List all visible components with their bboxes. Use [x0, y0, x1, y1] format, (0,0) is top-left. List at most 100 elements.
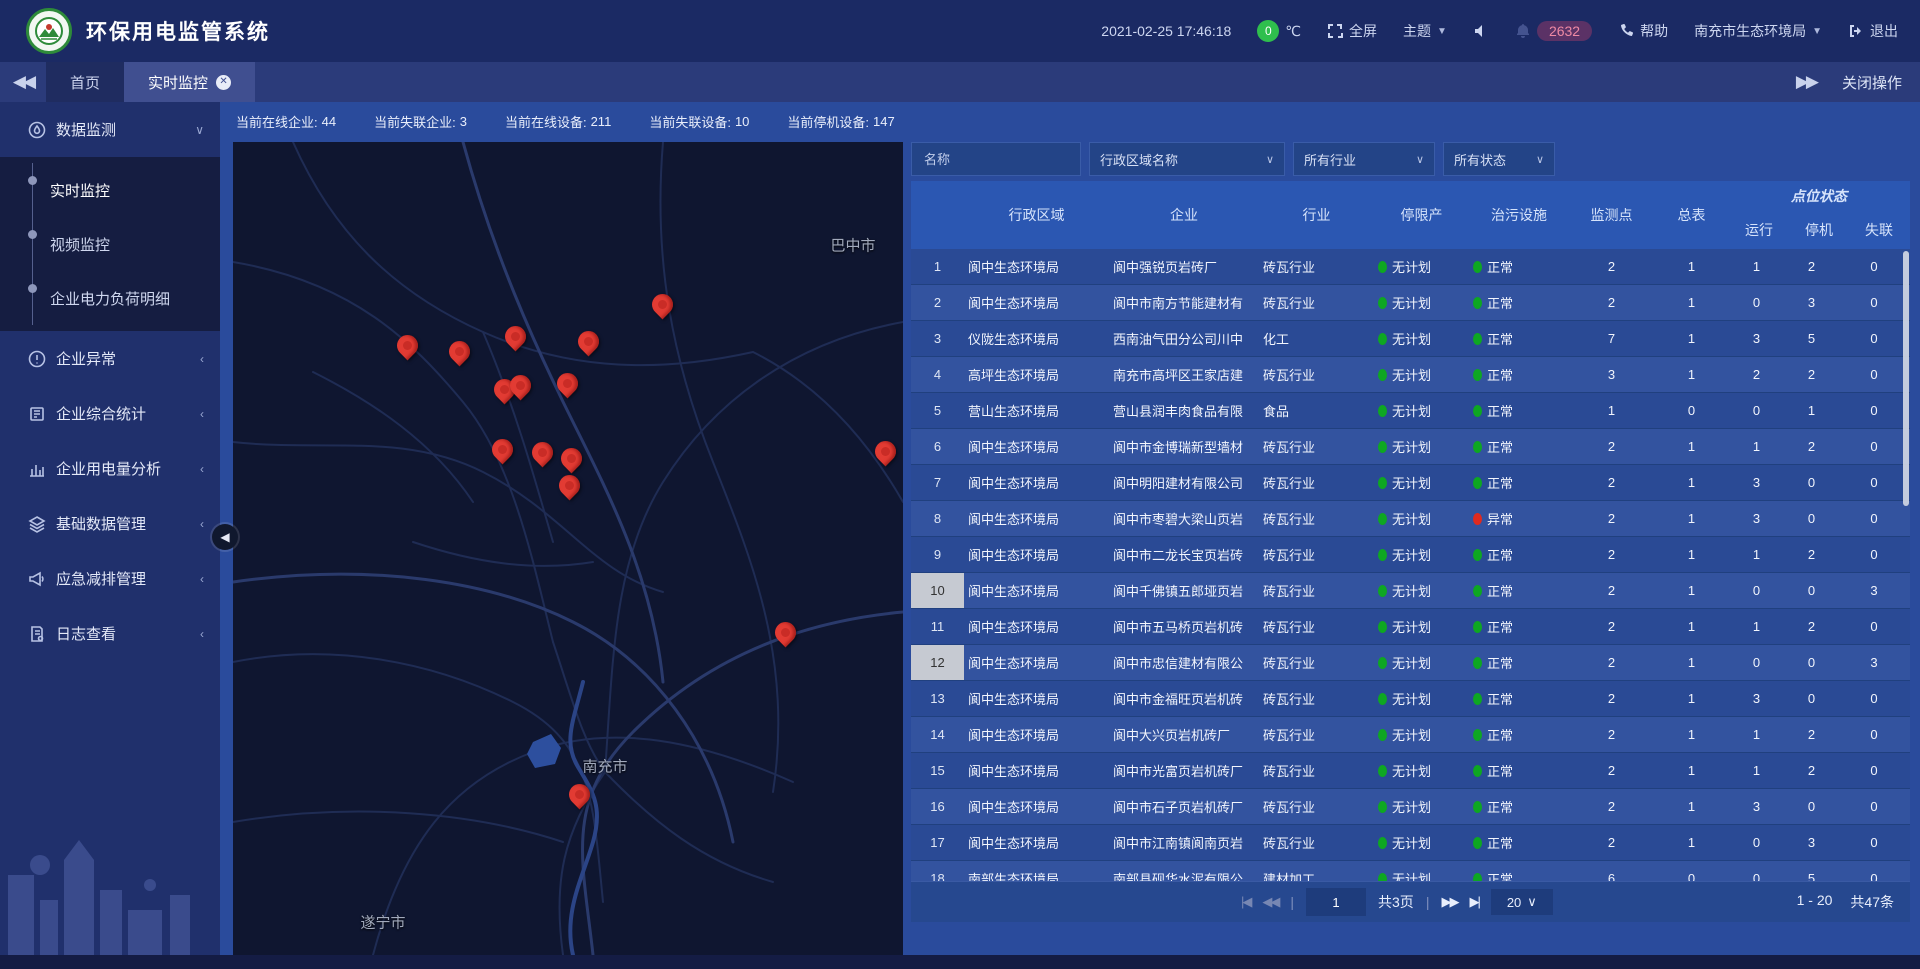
sidebar-group-emission-reduction[interactable]: 应急减排管理‹: [0, 551, 220, 606]
cell-lost: 0: [1839, 259, 1909, 274]
close-operations-button[interactable]: 关闭操作: [1842, 72, 1902, 93]
status-dot-icon: [1378, 837, 1387, 849]
cell-stop-production: 无计划: [1374, 581, 1469, 600]
first-page-button[interactable]: |◀: [1241, 894, 1250, 910]
table-row[interactable]: 18 南部生态环境局 南部县砚华水泥有限公 建材加工 无计划 正常 6 0 0 …: [911, 861, 1910, 881]
sidebar-collapse-button[interactable]: ◀: [212, 524, 238, 550]
cell-industry: 砖瓦行业: [1259, 581, 1374, 600]
table-scrollbar[interactable]: [1903, 251, 1909, 506]
cell-company: 阆中市南方节能建材有: [1109, 293, 1259, 312]
speaker-icon: [1473, 23, 1489, 39]
status-dot-icon: [1378, 585, 1387, 597]
cell-district: 阆中生态环境局: [964, 833, 1109, 852]
tab-realtime-monitor[interactable]: 实时监控 ✕: [124, 62, 255, 102]
region-filter-select[interactable]: 行政区域名称∨: [1089, 142, 1285, 176]
sidebar-group-log-view[interactable]: 日志查看‹: [0, 606, 220, 661]
table-row[interactable]: 4 高坪生态环境局 南充市高坪区王家店建 砖瓦行业 无计划 正常 3 1 2 2…: [911, 357, 1910, 393]
tab-close-icon[interactable]: ✕: [216, 75, 231, 90]
sidebar-item-power-load-detail[interactable]: 企业电力负荷明细: [0, 271, 220, 325]
cell-industry: 砖瓦行业: [1259, 797, 1374, 816]
col-index: [911, 181, 964, 249]
table-row[interactable]: 6 阆中生态环境局 阆中市金博瑞新型墙材 砖瓦行业 无计划 正常 2 1 1 2…: [911, 429, 1910, 465]
table-row[interactable]: 3 仪陇生态环境局 西南油气田分公司川中 化工 无计划 正常 7 1 3 5 0: [911, 321, 1910, 357]
table-row[interactable]: 13 阆中生态环境局 阆中市金福旺页岩机砖 砖瓦行业 无计划 正常 2 1 3 …: [911, 681, 1910, 717]
theme-menu[interactable]: 主题▼: [1403, 21, 1447, 41]
temperature-badge: 0: [1257, 20, 1279, 42]
table-row[interactable]: 9 阆中生态环境局 阆中市二龙长宝页岩砖 砖瓦行业 无计划 正常 2 1 1 2…: [911, 537, 1910, 573]
col-point-status-group: 点位状态 运行 停机 失联: [1729, 181, 1909, 249]
cell-company: 阆中市二龙长宝页岩砖: [1109, 545, 1259, 564]
cell-monitor-points: 2: [1569, 475, 1654, 490]
cell-industry: 砖瓦行业: [1259, 437, 1374, 456]
page-number-input[interactable]: [1306, 888, 1366, 916]
cell-monitor-points: 2: [1569, 619, 1654, 634]
status-dot-icon: [1473, 873, 1482, 882]
cell-company: 营山县润丰肉食品有限: [1109, 401, 1259, 420]
name-filter-input[interactable]: [922, 151, 1070, 168]
cell-lost: 0: [1839, 619, 1909, 634]
status-dot-icon: [1473, 369, 1482, 381]
cell-pollution-facility: 正常: [1469, 869, 1569, 881]
user-org-menu[interactable]: 南充市生态环境局▼: [1694, 21, 1822, 41]
tab-home[interactable]: 首页: [46, 62, 124, 102]
sound-button[interactable]: [1473, 23, 1489, 39]
table-row[interactable]: 1 阆中生态环境局 阆中强锐页岩砖厂 砖瓦行业 无计划 正常 2 1 1 2 0: [911, 249, 1910, 285]
cell-stop-production: 无计划: [1374, 653, 1469, 672]
sidebar-group-data-monitor[interactable]: 数据监测 ∨: [0, 102, 220, 157]
tabs-scroll-left-button[interactable]: ◀◀: [0, 62, 46, 102]
sidebar-group-company-statistics[interactable]: 企业综合统计‹: [0, 386, 220, 441]
notifications[interactable]: 2632: [1515, 21, 1592, 41]
cell-index: 2: [911, 285, 964, 320]
table-row[interactable]: 11 阆中生态环境局 阆中市五马桥页岩机砖 砖瓦行业 无计划 正常 2 1 1 …: [911, 609, 1910, 645]
sidebar-group-power-analysis[interactable]: 企业用电量分析‹: [0, 441, 220, 496]
table-row[interactable]: 12 阆中生态环境局 阆中市忠信建材有限公 砖瓦行业 无计划 正常 2 1 0 …: [911, 645, 1910, 681]
submenu-dot-icon: [28, 230, 37, 239]
fullscreen-button[interactable]: 全屏: [1327, 21, 1377, 41]
map-panel[interactable]: 巴中市南充市遂宁市: [233, 142, 903, 955]
col-point-status: 点位状态: [1729, 181, 1909, 211]
cell-monitor-points: 2: [1569, 439, 1654, 454]
industry-filter-select[interactable]: 所有行业∨: [1293, 142, 1435, 176]
last-page-button[interactable]: ▶|: [1469, 894, 1478, 910]
table-row[interactable]: 17 阆中生态环境局 阆中市江南镇阆南页岩 砖瓦行业 无计划 正常 2 1 0 …: [911, 825, 1910, 861]
cell-industry: 砖瓦行业: [1259, 761, 1374, 780]
table-row[interactable]: 2 阆中生态环境局 阆中市南方节能建材有 砖瓦行业 无计划 正常 2 1 0 3…: [911, 285, 1910, 321]
status-dot-icon: [1473, 441, 1482, 453]
cell-pollution-facility: 正常: [1469, 581, 1569, 600]
col-stop-production: 停限产: [1374, 181, 1469, 249]
logout-button[interactable]: 退出: [1848, 21, 1898, 41]
prev-page-button[interactable]: ◀◀: [1262, 894, 1278, 910]
sidebar-item-video-monitor[interactable]: 视频监控: [0, 217, 220, 271]
map-city-label: 南充市: [582, 756, 627, 777]
app-window: 环保用电监管系统 2021-02-25 17:46:18 0 ℃ 全屏 主题▼ …: [0, 0, 1920, 969]
cell-stop-production: 无计划: [1374, 617, 1469, 636]
col-running: 运行: [1729, 211, 1789, 249]
cell-stop-production: 无计划: [1374, 293, 1469, 312]
map-roads: [233, 142, 903, 955]
temperature: 0 ℃: [1257, 20, 1301, 42]
cell-industry: 食品: [1259, 401, 1374, 420]
cell-stopped: 2: [1784, 763, 1839, 778]
stats-card-icon: [28, 405, 46, 423]
help-button[interactable]: 帮助: [1618, 21, 1668, 41]
page-size-select[interactable]: 20∨: [1491, 889, 1553, 915]
cell-district: 南部生态环境局: [964, 869, 1109, 881]
cell-stopped: 3: [1784, 835, 1839, 850]
bar-chart-icon: [28, 460, 46, 478]
table-row[interactable]: 7 阆中生态环境局 阆中明阳建材有限公司 砖瓦行业 无计划 正常 2 1 3 0…: [911, 465, 1910, 501]
table-row[interactable]: 15 阆中生态环境局 阆中市光富页岩机砖厂 砖瓦行业 无计划 正常 2 1 1 …: [911, 753, 1910, 789]
next-page-button[interactable]: ▶▶: [1441, 894, 1457, 910]
table-row[interactable]: 16 阆中生态环境局 阆中市石子页岩机砖厂 砖瓦行业 无计划 正常 2 1 3 …: [911, 789, 1910, 825]
sidebar-group-base-data[interactable]: 基础数据管理‹: [0, 496, 220, 551]
table-row[interactable]: 14 阆中生态环境局 阆中大兴页岩机砖厂 砖瓦行业 无计划 正常 2 1 1 2…: [911, 717, 1910, 753]
table-row[interactable]: 10 阆中生态环境局 阆中千佛镇五郎垭页岩 砖瓦行业 无计划 正常 2 1 0 …: [911, 573, 1910, 609]
name-filter-field[interactable]: [911, 142, 1081, 176]
table-row[interactable]: 5 营山生态环境局 营山县润丰肉食品有限 食品 无计划 正常 1 0 0 1 0: [911, 393, 1910, 429]
sidebar-item-realtime-monitor[interactable]: 实时监控: [0, 163, 220, 217]
tabs-scroll-right-button[interactable]: ▶▶: [1796, 72, 1816, 92]
sidebar-group-company-abnormal[interactable]: 企业异常‹: [0, 331, 220, 386]
col-company: 企业: [1109, 181, 1259, 249]
status-filter-select[interactable]: 所有状态∨: [1443, 142, 1555, 176]
cell-district: 营山生态环境局: [964, 401, 1109, 420]
table-row[interactable]: 8 阆中生态环境局 阆中市枣碧大梁山页岩 砖瓦行业 无计划 异常 2 1 3 0…: [911, 501, 1910, 537]
